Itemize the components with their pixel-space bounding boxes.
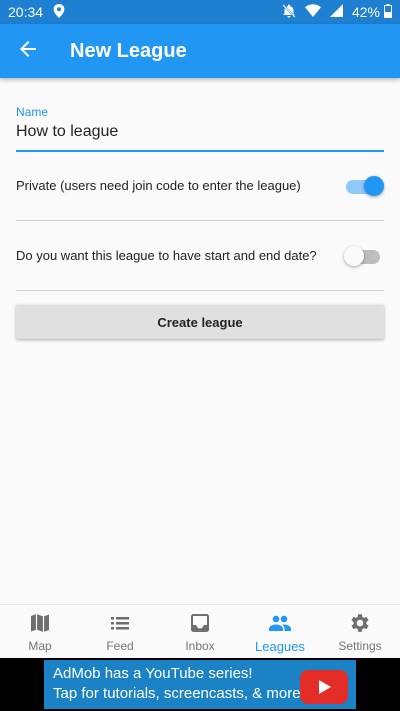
dates-switch-thumb (344, 245, 364, 266)
private-label: Private (users need join code to enter t… (16, 178, 301, 193)
gear-icon (350, 613, 370, 639)
app-bar: New League (0, 24, 400, 78)
battery-icon (384, 3, 392, 21)
status-bar: 20:34 42% (0, 0, 400, 24)
nav-item-settings[interactable]: Settings (320, 605, 400, 658)
status-time: 20:34 (8, 4, 44, 20)
nav-item-inbox[interactable]: Inbox (160, 605, 240, 658)
nav-label-inbox: Inbox (185, 639, 215, 653)
people-icon (269, 613, 291, 639)
dates-row: Do you want this league to have start an… (16, 221, 384, 291)
dates-label: Do you want this league to have start an… (16, 248, 317, 263)
arrow-left-icon (18, 39, 38, 64)
bottom-nav: Map Feed Inbox Leagues Settings (0, 604, 400, 658)
signal-icon (329, 4, 343, 20)
ad-banner[interactable]: AdMob has a YouTube series! Tap for tuto… (0, 658, 400, 711)
list-icon (110, 613, 130, 639)
name-field[interactable]: Name How to league (16, 100, 384, 152)
youtube-icon (300, 670, 348, 704)
mute-bell-icon (282, 3, 296, 21)
inbox-icon (190, 613, 210, 639)
name-field-value[interactable]: How to league (16, 123, 384, 141)
nav-item-map[interactable]: Map (0, 605, 80, 658)
nav-label-leagues: Leagues (255, 639, 305, 654)
dates-switch[interactable] (344, 243, 384, 269)
create-league-button[interactable]: Create league (16, 305, 384, 339)
ad-banner-content[interactable]: AdMob has a YouTube series! Tap for tuto… (44, 660, 356, 709)
private-row: Private (users need join code to enter t… (16, 151, 384, 221)
nav-item-feed[interactable]: Feed (80, 605, 160, 658)
nav-item-leagues[interactable]: Leagues (240, 605, 320, 658)
map-icon (30, 613, 50, 639)
location-icon (53, 3, 65, 21)
back-button[interactable] (0, 24, 56, 78)
nav-label-feed: Feed (106, 639, 134, 653)
wifi-icon (304, 4, 321, 20)
private-switch-thumb (364, 175, 384, 196)
battery-percent: 42% (351, 4, 380, 20)
nav-label-settings: Settings (338, 639, 382, 653)
page-title: New League (70, 39, 187, 62)
private-switch[interactable] (344, 173, 384, 199)
name-field-label: Name (16, 105, 49, 119)
nav-label-map: Map (28, 639, 52, 653)
